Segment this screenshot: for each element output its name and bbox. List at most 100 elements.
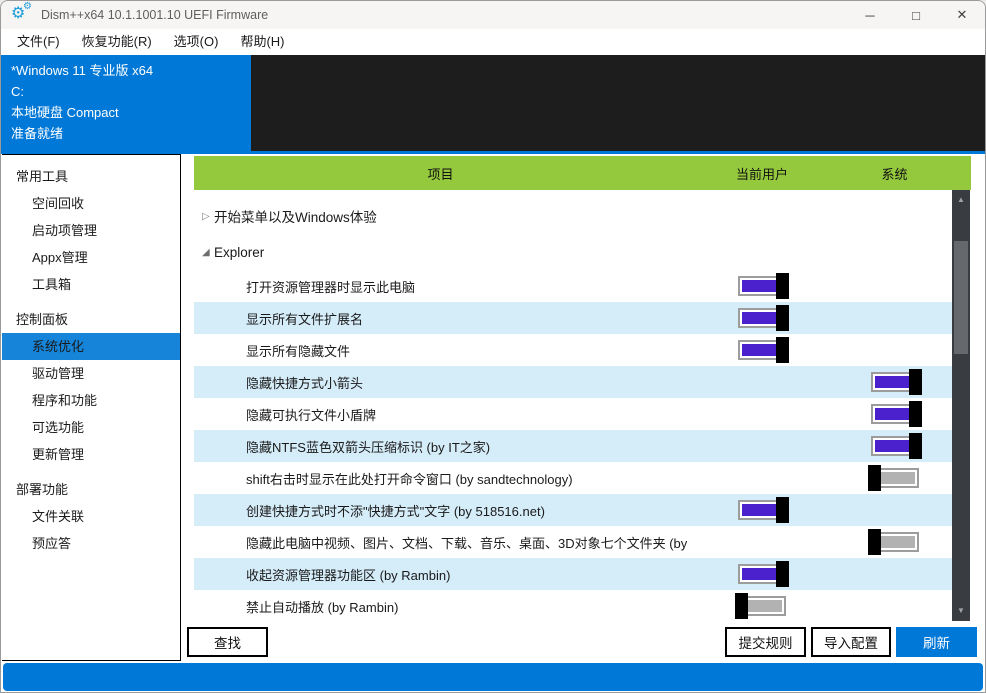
toggle-switch[interactable]	[738, 305, 789, 331]
sidebar-group-label: 常用工具	[16, 169, 69, 184]
maximize-button[interactable]: □	[893, 1, 939, 29]
list-row[interactable]: 显示所有文件扩展名	[194, 302, 952, 334]
toggle-switch[interactable]	[738, 497, 789, 523]
setting-label: 禁止自动播放 (by Rambin)	[246, 599, 399, 615]
submit-rules-button[interactable]: 提交规则	[725, 627, 806, 657]
system-cell	[837, 433, 952, 459]
current-user-cell	[687, 561, 837, 587]
toggle-switch[interactable]	[870, 433, 922, 459]
target-drive: C:	[11, 84, 24, 99]
menu-recovery[interactable]: 恢复功能(R)	[71, 29, 163, 55]
sidebar-item[interactable]: 空间回收	[2, 190, 180, 217]
title-bar: ⚙ ⚙ Dism++x64 10.1.1001.10 UEFI Firmware…	[1, 1, 985, 29]
list-row[interactable]: 隐藏NTFS蓝色双箭头压缩标识 (by IT之家)	[194, 430, 952, 462]
list-row[interactable]: 禁止自动播放 (by Rambin)	[194, 590, 952, 621]
setting-label: 隐藏NTFS蓝色双箭头压缩标识 (by IT之家)	[246, 439, 491, 455]
vertical-scrollbar[interactable]: ▲ ▼	[952, 190, 970, 621]
system-cell	[837, 529, 952, 555]
window-title: Dism++x64 10.1.1001.10 UEFI Firmware	[41, 8, 269, 22]
toggle-knob	[867, 529, 881, 555]
list-row[interactable]: 隐藏此电脑中视频、图片、文档、下载、音乐、桌面、3D对象七个文件夹 (by 、C…	[194, 526, 952, 558]
close-button[interactable]: ✕	[939, 1, 985, 29]
sidebar-item[interactable]: 程序和功能	[2, 387, 180, 414]
setting-label: 隐藏快捷方式小箭头	[246, 375, 364, 391]
sidebar-item[interactable]: 更新管理	[2, 441, 180, 468]
sidebar-item[interactable]: 文件关联	[2, 503, 180, 530]
toggle-knob	[776, 305, 789, 331]
target-disk-type: 本地硬盘 Compact	[11, 105, 119, 120]
current-user-cell	[687, 305, 837, 331]
sidebar-item[interactable]: 驱动管理	[2, 360, 180, 387]
list-row[interactable]: 隐藏快捷方式小箭头	[194, 366, 952, 398]
list-row[interactable]: 隐藏可执行文件小盾牌	[194, 398, 952, 430]
list-row[interactable]: 收起资源管理器功能区 (by Rambin)	[194, 558, 952, 590]
current-user-cell	[687, 337, 837, 363]
target-image-card[interactable]: *Windows 11 专业版 x64 C: 本地硬盘 Compact 准备就绪	[1, 55, 251, 151]
app-logo-gears-icon: ⚙ ⚙	[11, 1, 37, 25]
setting-label: 隐藏可执行文件小盾牌	[246, 407, 377, 423]
list-row[interactable]: 打开资源管理器时显示此电脑	[194, 270, 952, 302]
window-controls: ─ □ ✕	[847, 1, 985, 29]
sidebar-item[interactable]: 工具箱	[2, 271, 180, 298]
current-user-cell	[687, 593, 837, 619]
sidebar-item[interactable]: 可选功能	[2, 414, 180, 441]
toggle-switch[interactable]	[738, 561, 789, 587]
toggle-switch[interactable]	[735, 593, 786, 619]
status-progress-bar	[3, 663, 983, 691]
target-status: 准备就绪	[11, 126, 64, 141]
list-group-row[interactable]: ◢ Explorer	[194, 234, 952, 270]
column-header-system: 系统	[881, 166, 908, 182]
import-config-button[interactable]: 导入配置	[811, 627, 891, 657]
sidebar-group-label: 部署功能	[16, 482, 69, 497]
column-header-item: 项目	[427, 166, 454, 182]
system-cell	[837, 401, 952, 427]
toggle-switch[interactable]	[867, 465, 919, 491]
toggle-knob	[867, 465, 881, 491]
toggle-knob	[908, 433, 922, 459]
toggle-knob	[776, 497, 789, 523]
refresh-button[interactable]: 刷新	[896, 627, 977, 657]
list-column-header: 项目 当前用户 系统	[194, 156, 971, 190]
toggle-switch[interactable]	[738, 273, 789, 299]
list-row[interactable]: 创建快捷方式时不添"快捷方式"文字 (by 518516.net)	[194, 494, 952, 526]
minimize-button[interactable]: ─	[847, 1, 893, 29]
sidebar-item[interactable]: 预应答	[2, 530, 180, 557]
scroll-down-icon[interactable]: ▼	[952, 604, 970, 618]
app-window: ⚙ ⚙ Dism++x64 10.1.1001.10 UEFI Firmware…	[0, 0, 986, 693]
list-row[interactable]: shift右击时显示在此处打开命令窗口 (by sandtechnology)	[194, 462, 952, 494]
setting-label: 隐藏此电脑中视频、图片、文档、下载、音乐、桌面、3D对象七个文件夹 (by 、C…	[246, 535, 687, 551]
sidebar-item[interactable]: 启动项管理	[2, 217, 180, 244]
find-button[interactable]: 查找	[187, 627, 268, 657]
scroll-up-icon[interactable]: ▲	[952, 193, 970, 207]
setting-label: 打开资源管理器时显示此电脑	[246, 279, 416, 295]
expanded-arrow-icon[interactable]: ◢	[194, 247, 214, 258]
column-header-current-user: 当前用户	[735, 166, 788, 182]
toggle-switch[interactable]	[870, 369, 922, 395]
menu-options[interactable]: 选项(O)	[163, 29, 230, 55]
target-os-name: *Windows 11 专业版 x64	[11, 63, 154, 78]
list-group-row[interactable]: ▷ 开始菜单以及Windows体验	[194, 198, 952, 234]
collapsed-arrow-icon[interactable]: ▷	[194, 211, 214, 222]
group-label: 开始菜单以及Windows体验	[214, 210, 377, 225]
toggle-knob	[908, 369, 922, 395]
toggle-switch[interactable]	[867, 529, 919, 555]
menu-file[interactable]: 文件(F)	[6, 29, 71, 55]
setting-label: shift右击时显示在此处打开命令窗口 (by sandtechnology)	[246, 471, 573, 487]
current-user-cell	[687, 497, 837, 523]
settings-list: ▷ 开始菜单以及Windows体验 ◢ Explorer 打开资源管理器时显示此电脑 显示…	[194, 190, 952, 621]
sidebar-group-label: 控制面板	[16, 312, 69, 327]
group-label: Explorer	[214, 244, 265, 260]
list-row[interactable]: 显示所有隐藏文件	[194, 334, 952, 366]
gear-icon: ⚙	[23, 1, 32, 12]
toggle-knob	[908, 401, 922, 427]
toggle-switch[interactable]	[870, 401, 922, 427]
sidebar-item[interactable]: Appx管理	[2, 244, 180, 271]
system-cell	[837, 369, 952, 395]
toggle-switch[interactable]	[738, 337, 789, 363]
toggle-knob	[776, 337, 789, 363]
scrollbar-thumb[interactable]	[954, 241, 968, 354]
menu-help[interactable]: 帮助(H)	[229, 29, 295, 55]
setting-label: 显示所有文件扩展名	[246, 311, 364, 327]
setting-label: 创建快捷方式时不添"快捷方式"文字 (by 518516.net)	[246, 503, 545, 519]
sidebar-item[interactable]: 系统优化	[2, 333, 180, 360]
